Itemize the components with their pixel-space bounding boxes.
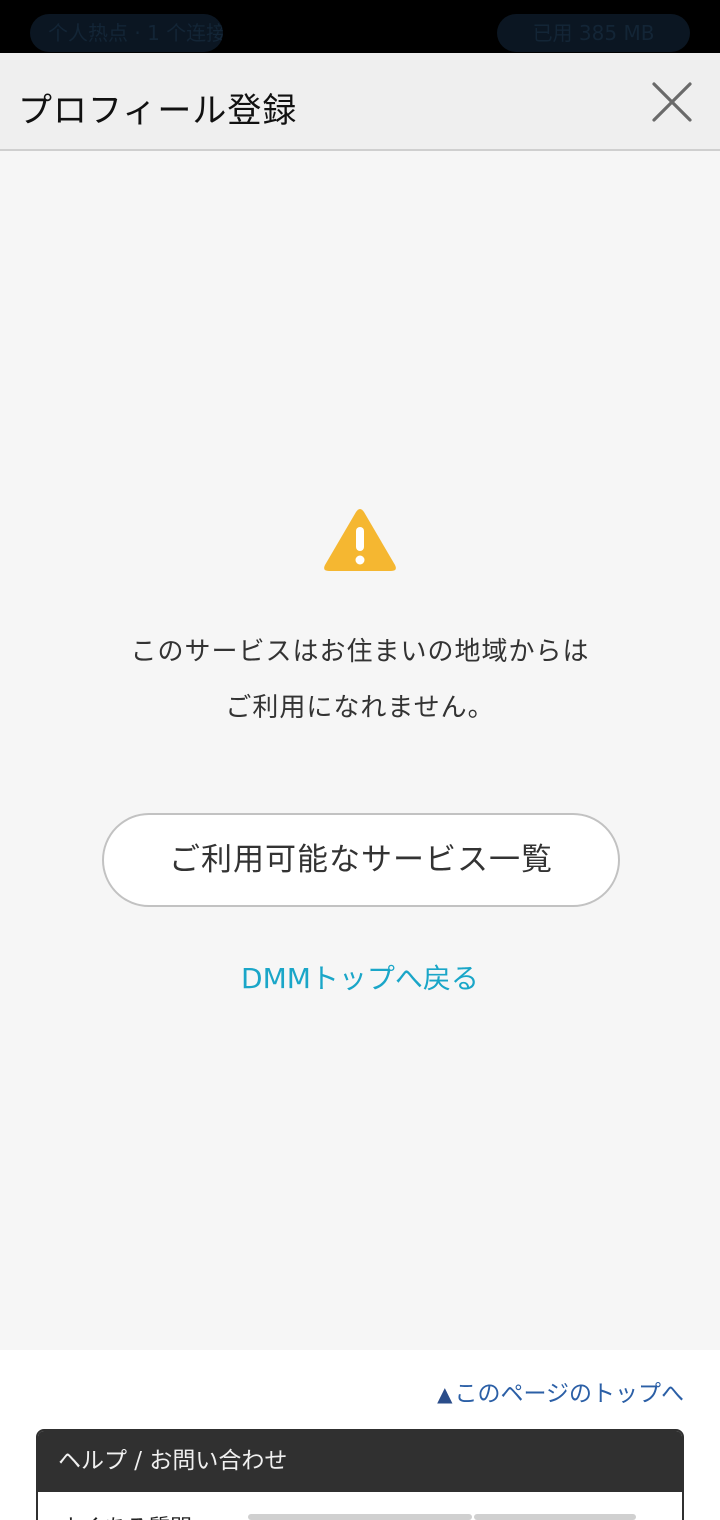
error-message-line-2: ご利用になれません。 <box>225 693 495 723</box>
up-triangle-icon: ▲ <box>437 1382 453 1406</box>
data-usage-pill: 已用 385 MB <box>497 14 690 52</box>
faq-link[interactable]: よくある質問 <box>60 1510 192 1520</box>
status-bar: 个人热点 · 1 个连接 已用 385 MB <box>0 0 720 53</box>
header: プロフィール登録 <box>0 53 720 151</box>
main-content: このサービスはお住まいの地域からは ご利用になれません。 ご利用可能なサービス一… <box>0 151 720 1350</box>
page-title: プロフィール登録 <box>18 91 298 131</box>
page-top-link[interactable]: ▲このページのトップへ <box>437 1374 684 1408</box>
footer: ▲このページのトップへ ヘルプ / お問い合わせ よくある質問 <box>0 1350 720 1520</box>
page-top-label: このページのトップへ <box>454 1381 684 1407</box>
help-section-title: ヘルプ / お問い合わせ <box>38 1431 682 1492</box>
hotspot-status-pill: 个人热点 · 1 个连接 <box>30 14 223 52</box>
close-icon[interactable] <box>648 78 696 126</box>
help-link-placeholder[interactable] <box>248 1514 472 1520</box>
help-section: ヘルプ / お問い合わせ よくある質問 <box>36 1429 684 1520</box>
help-row: よくある質問 <box>38 1492 682 1520</box>
dmm-top-link[interactable]: DMMトップへ戻る <box>0 957 720 997</box>
warning-triangle-icon <box>322 507 398 573</box>
available-services-button[interactable]: ご利用可能なサービス一覧 <box>102 813 620 907</box>
error-message-line-1: このサービスはお住まいの地域からは <box>130 637 590 667</box>
help-link-placeholder[interactable] <box>474 1514 636 1520</box>
